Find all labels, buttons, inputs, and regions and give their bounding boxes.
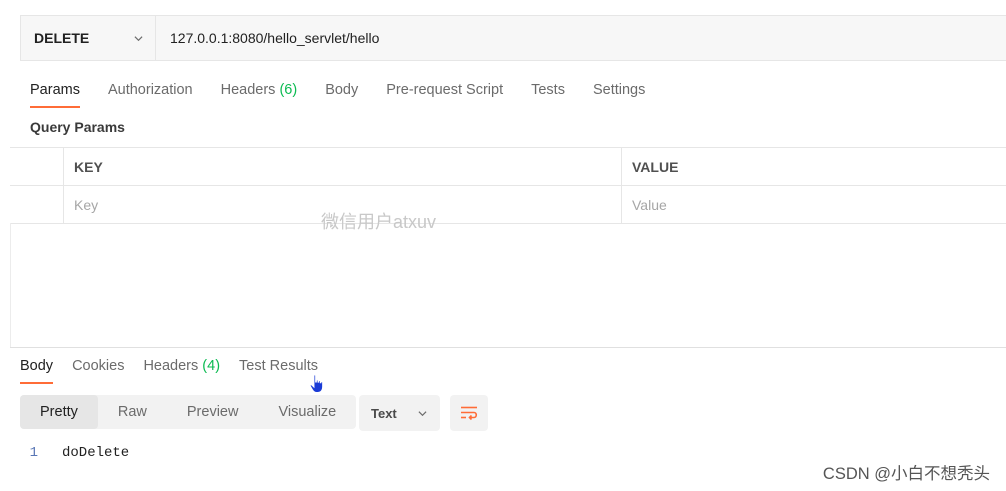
value-input[interactable]: Value (622, 186, 1006, 223)
watermark-center: 微信用户atxuv (321, 212, 437, 232)
tab-tests-label: Tests (531, 82, 565, 98)
value-column-header: VALUE (632, 158, 679, 175)
pane-divider[interactable] (10, 347, 1006, 348)
key-column-header: KEY (64, 148, 622, 185)
wrap-lines-icon (461, 406, 478, 421)
tab-params[interactable]: Params (30, 70, 80, 110)
view-raw[interactable]: Raw (98, 395, 167, 429)
response-tab-headers-label: Headers (143, 358, 199, 374)
tab-body[interactable]: Body (325, 70, 358, 110)
format-label: Text (371, 405, 397, 421)
response-tab-test-results[interactable]: Test Results (239, 350, 318, 374)
tab-authorization-label: Authorization (107, 82, 193, 98)
wrap-lines-button[interactable] (450, 395, 488, 431)
response-headers-count: (4) (202, 358, 221, 374)
url-input[interactable]: 127.0.0.1:8080/hello_servlet/hello (156, 16, 1006, 60)
response-tabs: Body Cookies Headers (4) Test Results (20, 350, 337, 384)
method-label: DELETE (34, 30, 90, 46)
response-tab-test-results-label: Test Results (239, 358, 319, 374)
hand-cursor-icon (309, 374, 324, 393)
params-header-row: KEY VALUE (10, 148, 1006, 186)
view-preview[interactable]: Preview (167, 395, 259, 429)
header-check-cell (10, 148, 64, 185)
tab-settings-label: Settings (592, 82, 646, 98)
request-bar: DELETE 127.0.0.1:8080/hello_servlet/hell… (20, 15, 1006, 61)
response-tab-cookies[interactable]: Cookies (72, 350, 124, 374)
row-check-cell[interactable] (10, 186, 64, 223)
response-tab-headers[interactable]: Headers (4) (143, 350, 220, 374)
format-dropdown[interactable]: Text (359, 395, 440, 431)
tab-headers[interactable]: Headers (6) (221, 70, 298, 110)
response-tab-cookies-label: Cookies (72, 358, 125, 374)
chevron-down-icon (134, 35, 143, 41)
response-tab-body-label: Body (20, 358, 54, 374)
table-row: Key Value (10, 186, 1006, 224)
view-pretty[interactable]: Pretty (20, 395, 98, 429)
line-number: 1 (29, 445, 38, 461)
response-tab-body[interactable]: Body (20, 350, 54, 384)
tab-params-label: Params (30, 82, 80, 98)
query-params-title: Query Params (30, 119, 125, 135)
tab-authorization[interactable]: Authorization (108, 70, 193, 110)
tab-headers-label: Headers (220, 82, 276, 98)
tab-pre-request-script[interactable]: Pre-request Script (386, 70, 503, 110)
headers-count: (6) (279, 82, 298, 98)
params-empty-area (10, 223, 1006, 347)
request-tabs: Params Authorization Headers (6) Body Pr… (20, 70, 673, 110)
tab-pre-request-script-label: Pre-request Script (386, 82, 504, 98)
view-visualize[interactable]: Visualize (258, 395, 356, 429)
tab-body-label: Body (325, 82, 359, 98)
response-code-line: 1 doDelete (20, 445, 130, 461)
watermark-corner: CSDN @小白不想秃头 (822, 465, 990, 483)
response-body-text[interactable]: doDelete (62, 445, 129, 461)
tab-settings[interactable]: Settings (593, 70, 645, 110)
method-dropdown[interactable]: DELETE (21, 16, 156, 60)
chevron-down-icon (418, 410, 427, 416)
tab-tests[interactable]: Tests (531, 70, 565, 110)
params-table: KEY VALUE Key Value (10, 147, 1006, 224)
view-mode-selector: Pretty Raw Preview Visualize (20, 395, 357, 429)
